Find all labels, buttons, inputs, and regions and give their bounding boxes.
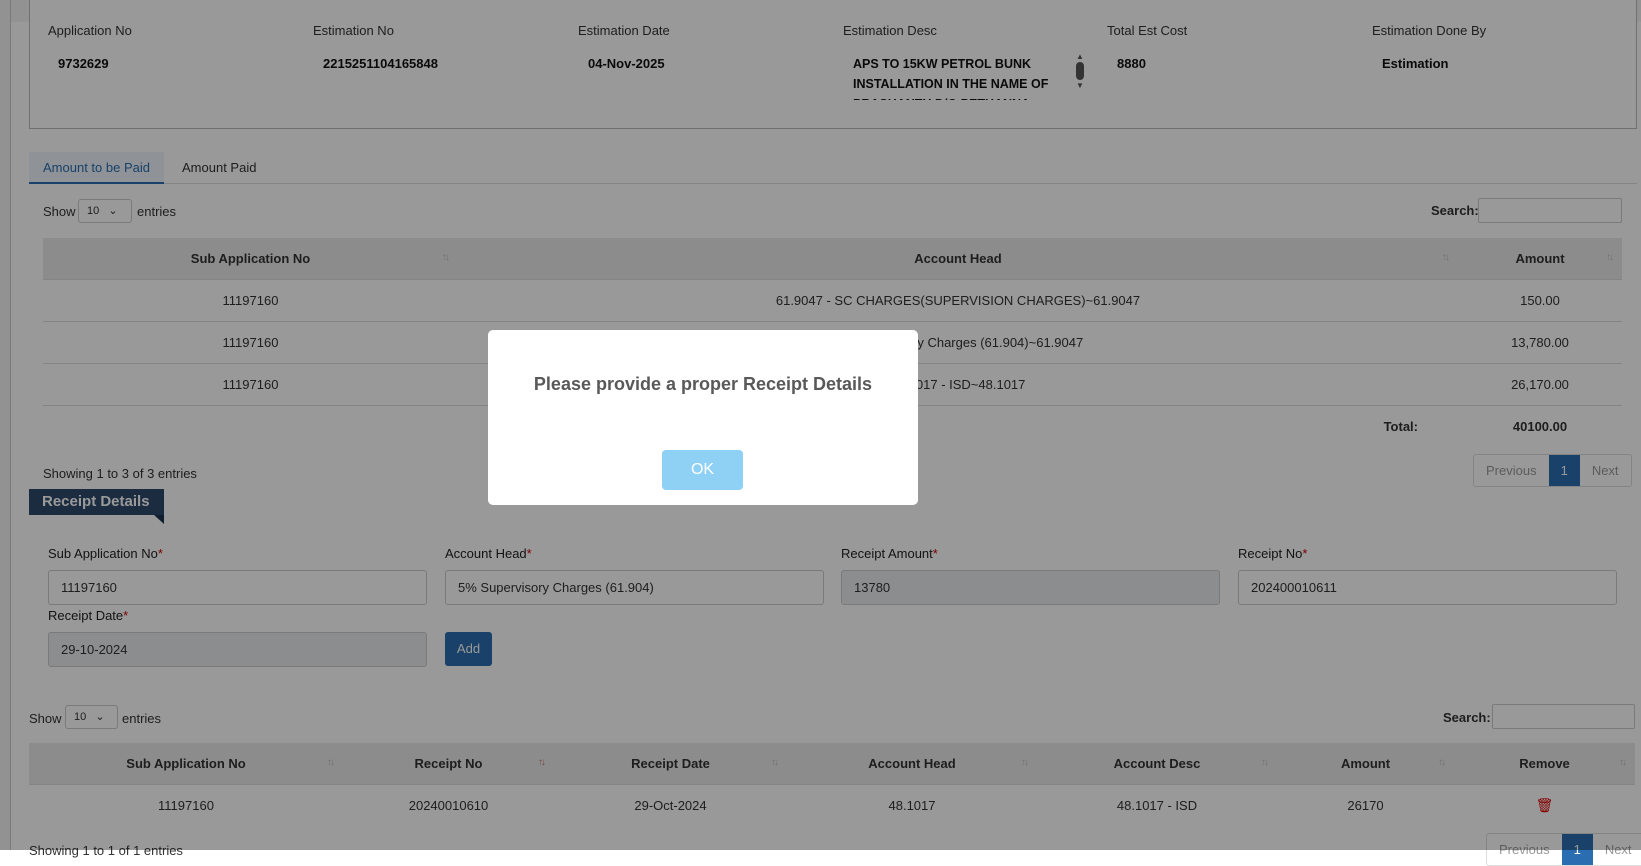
ok-button[interactable]: OK [662, 450, 743, 490]
alert-dialog: Please provide a proper Receipt Details … [488, 330, 918, 505]
alert-message: Please provide a proper Receipt Details [533, 374, 873, 394]
